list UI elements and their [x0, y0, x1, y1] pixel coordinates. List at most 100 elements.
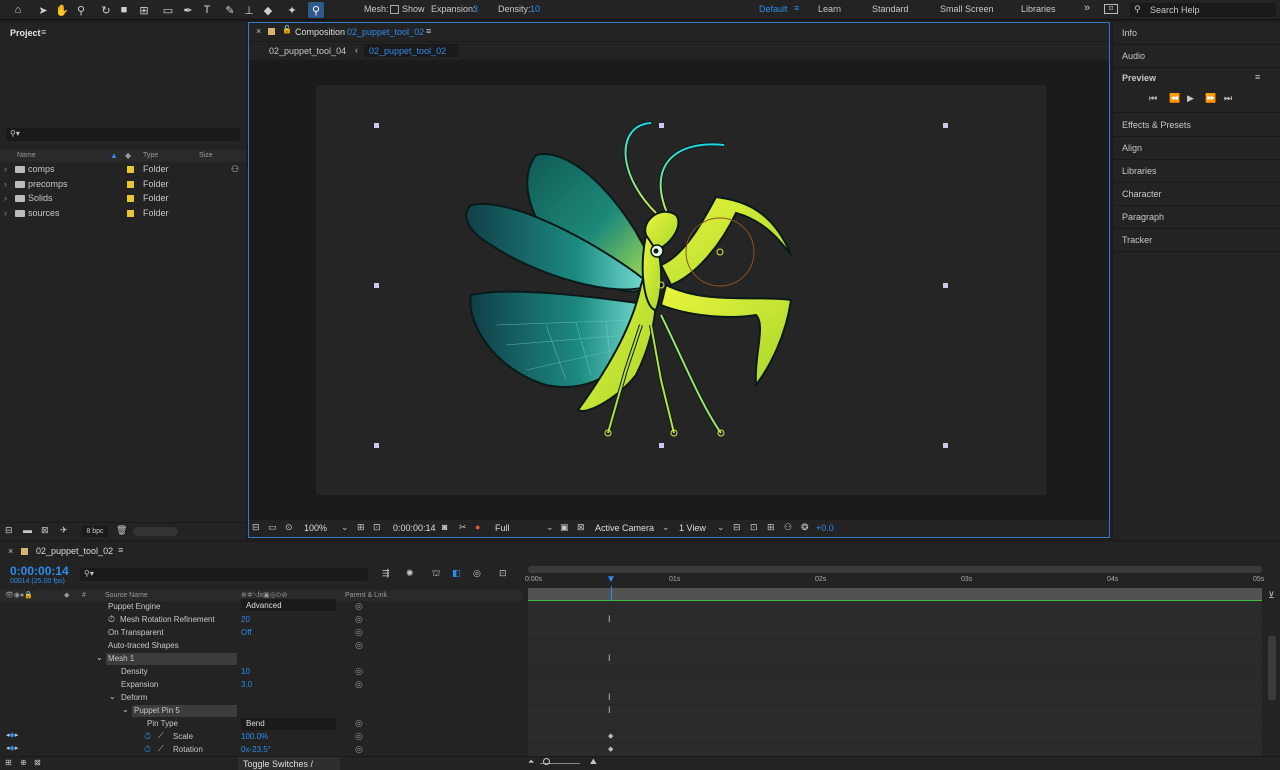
home-icon[interactable]: ⌂ — [10, 2, 26, 18]
graph-editor-icon[interactable]: ⊡ — [499, 568, 507, 579]
track-row[interactable] — [528, 666, 1262, 679]
transform-handle[interactable] — [374, 123, 379, 128]
timeline-timecode[interactable]: 0:00:00:14 — [10, 564, 69, 578]
label-color[interactable] — [127, 195, 134, 202]
property-row[interactable]: Auto-traced Shapes ◎ — [0, 640, 522, 653]
pick-whip-icon[interactable]: ◎ — [355, 731, 363, 742]
pen-tool-icon[interactable]: ✒ — [180, 2, 196, 18]
show-snapshot-icon[interactable]: ✂ — [459, 522, 467, 533]
new-folder-icon[interactable]: ▬ — [23, 525, 32, 535]
resolution-select[interactable]: Full — [495, 523, 510, 533]
motion-blur-icon[interactable]: ◎ — [473, 568, 481, 579]
pick-whip-icon[interactable]: ◎ — [355, 679, 363, 690]
track-row[interactable] — [528, 692, 1262, 705]
comp-panel-name[interactable]: 02_puppet_tool_02 — [347, 27, 424, 37]
transform-handle[interactable] — [943, 443, 948, 448]
expand-arrow-icon[interactable]: › — [4, 179, 7, 189]
render-queue-icon[interactable]: ✈ — [60, 525, 68, 536]
zoom-in-icon[interactable]: ⊻ — [1268, 590, 1275, 601]
character-panel-tab[interactable]: Character — [1122, 189, 1162, 199]
bit-depth-button[interactable]: 8 bpc — [82, 526, 108, 537]
transform-handle[interactable] — [374, 443, 379, 448]
label-tag-icon[interactable]: ◆ — [125, 151, 131, 160]
play-icon[interactable]: ▶ — [1187, 93, 1194, 104]
expansion-value[interactable]: 3 — [473, 4, 478, 14]
chevron-left-icon[interactable]: ‹ — [355, 45, 358, 55]
zoom-select[interactable]: 100% — [304, 523, 327, 533]
track-row[interactable] — [528, 601, 1262, 614]
more-workspaces-icon[interactable]: » — [1084, 2, 1090, 14]
work-area-bar[interactable] — [528, 566, 1262, 573]
pick-whip-icon[interactable]: ◎ — [355, 627, 363, 638]
workspace-menu-icon[interactable]: ≡ — [794, 3, 799, 13]
camera-tool-icon[interactable]: ■ — [116, 2, 132, 18]
zoom-tool-icon[interactable]: ⚲ — [73, 2, 89, 18]
interpret-footage-icon[interactable]: ⊟ — [5, 525, 13, 536]
brush-tool-icon[interactable]: ✎ — [222, 2, 238, 18]
chevron-down-icon[interactable]: ⌄ — [546, 522, 554, 533]
graph-icon[interactable]: ⟋ — [158, 744, 164, 754]
thumbnail-slider[interactable] — [133, 527, 178, 536]
transfer-controls-icon[interactable]: ⊕ — [20, 758, 27, 767]
track-row[interactable] — [528, 640, 1262, 653]
show-mesh-checkbox[interactable] — [390, 5, 399, 14]
snapshot-camera-icon[interactable]: ◙ — [442, 522, 447, 532]
property-row[interactable]: ⌄ Puppet Pin 5 — [0, 705, 522, 718]
draft-3d-icon[interactable]: ✺ — [406, 568, 414, 579]
time-ruler[interactable] — [528, 588, 1262, 600]
timeline-search-input[interactable]: ⚲▾ — [80, 568, 368, 581]
label-color[interactable] — [268, 28, 275, 35]
keyframe-marker-icon[interactable]: I — [608, 705, 611, 715]
align-panel-tab[interactable]: Align — [1122, 143, 1142, 153]
close-icon[interactable]: × — [8, 546, 13, 556]
effects-presets-panel-tab[interactable]: Effects & Presets — [1122, 120, 1191, 130]
3d-renderer-icon[interactable]: ⊡ — [750, 522, 758, 533]
expand-arrow-icon[interactable]: › — [4, 208, 7, 218]
keyframe-navigator-icon[interactable]: ◂◆▸ — [6, 744, 18, 752]
toggle-pixel-aspect-icon[interactable]: ⊟ — [733, 522, 741, 533]
workspace-standard[interactable]: Standard — [872, 4, 909, 14]
stopwatch-icon[interactable]: ⏱ — [144, 731, 151, 742]
expand-arrow-icon[interactable]: ⌄ — [96, 653, 103, 662]
new-composition-icon[interactable]: ⊠ — [41, 525, 49, 536]
pick-whip-icon[interactable]: ◎ — [355, 718, 363, 729]
layer-switches-icon[interactable]: ⊞ — [5, 758, 12, 767]
property-row[interactable]: ⌄ Mesh 1 — [0, 653, 522, 666]
keyframe-diamond-icon[interactable]: ◆ — [608, 745, 613, 753]
clone-stamp-tool-icon[interactable]: ⊥ — [241, 2, 257, 18]
label-color[interactable] — [127, 210, 134, 217]
pick-whip-icon[interactable]: ◎ — [355, 666, 363, 677]
column-parent-link[interactable]: Parent & Link — [345, 592, 387, 599]
project-item[interactable]: › precomps Folder — [0, 178, 230, 192]
puppet-engine-select[interactable]: Advanced — [241, 599, 336, 611]
zoom-in-mountain-icon[interactable]: ⛰ — [590, 757, 597, 767]
property-row[interactable]: ⏱ Mesh Rotation Refinement 20 ◎ — [0, 614, 522, 627]
keyframe-diamond-icon[interactable]: ◆ — [608, 732, 613, 740]
graph-icon[interactable]: ⟋ — [158, 731, 164, 741]
workspace-default[interactable]: Default — [759, 4, 788, 14]
property-row[interactable]: Pin Type Bend ◎ — [0, 718, 522, 731]
pan-behind-tool-icon[interactable]: ⊞ — [136, 2, 152, 18]
project-panel-title[interactable]: Project — [10, 28, 41, 38]
workspace-small-screen[interactable]: Small Screen — [940, 4, 994, 14]
trash-icon[interactable]: 🗑 — [116, 525, 127, 536]
exposure-value[interactable]: +0.0 — [816, 523, 834, 533]
column-name[interactable]: Name — [17, 152, 36, 159]
toggle-switches-modes-button[interactable]: Toggle Switches / Modes — [238, 757, 340, 770]
puppet-tool-icon[interactable]: ⚲ — [308, 2, 324, 18]
transform-handle[interactable] — [374, 283, 379, 288]
timeline-scrollbar[interactable] — [1268, 636, 1276, 700]
sort-ascending-icon[interactable]: ▲ — [110, 151, 118, 160]
shy-layers-icon[interactable]: ⛫ — [432, 568, 440, 580]
track-row[interactable] — [528, 731, 1262, 744]
keyframe-marker-icon[interactable]: I — [608, 653, 611, 663]
current-time-indicator[interactable]: ▼ — [606, 574, 616, 585]
preview-panel-tab[interactable]: Preview — [1122, 73, 1156, 83]
transform-handle[interactable] — [659, 443, 664, 448]
tracker-panel-tab[interactable]: Tracker — [1122, 235, 1152, 245]
tab-02-puppet-tool-02[interactable]: 02_puppet_tool_02 — [364, 44, 459, 57]
expand-arrow-icon[interactable]: › — [4, 193, 7, 203]
property-row[interactable]: ◂◆▸ ⏱ ⟋ Scale 100.0% ◎ — [0, 731, 522, 744]
always-preview-icon[interactable]: ⊟ — [252, 522, 260, 533]
hand-tool-icon[interactable]: ✋ — [54, 2, 70, 18]
